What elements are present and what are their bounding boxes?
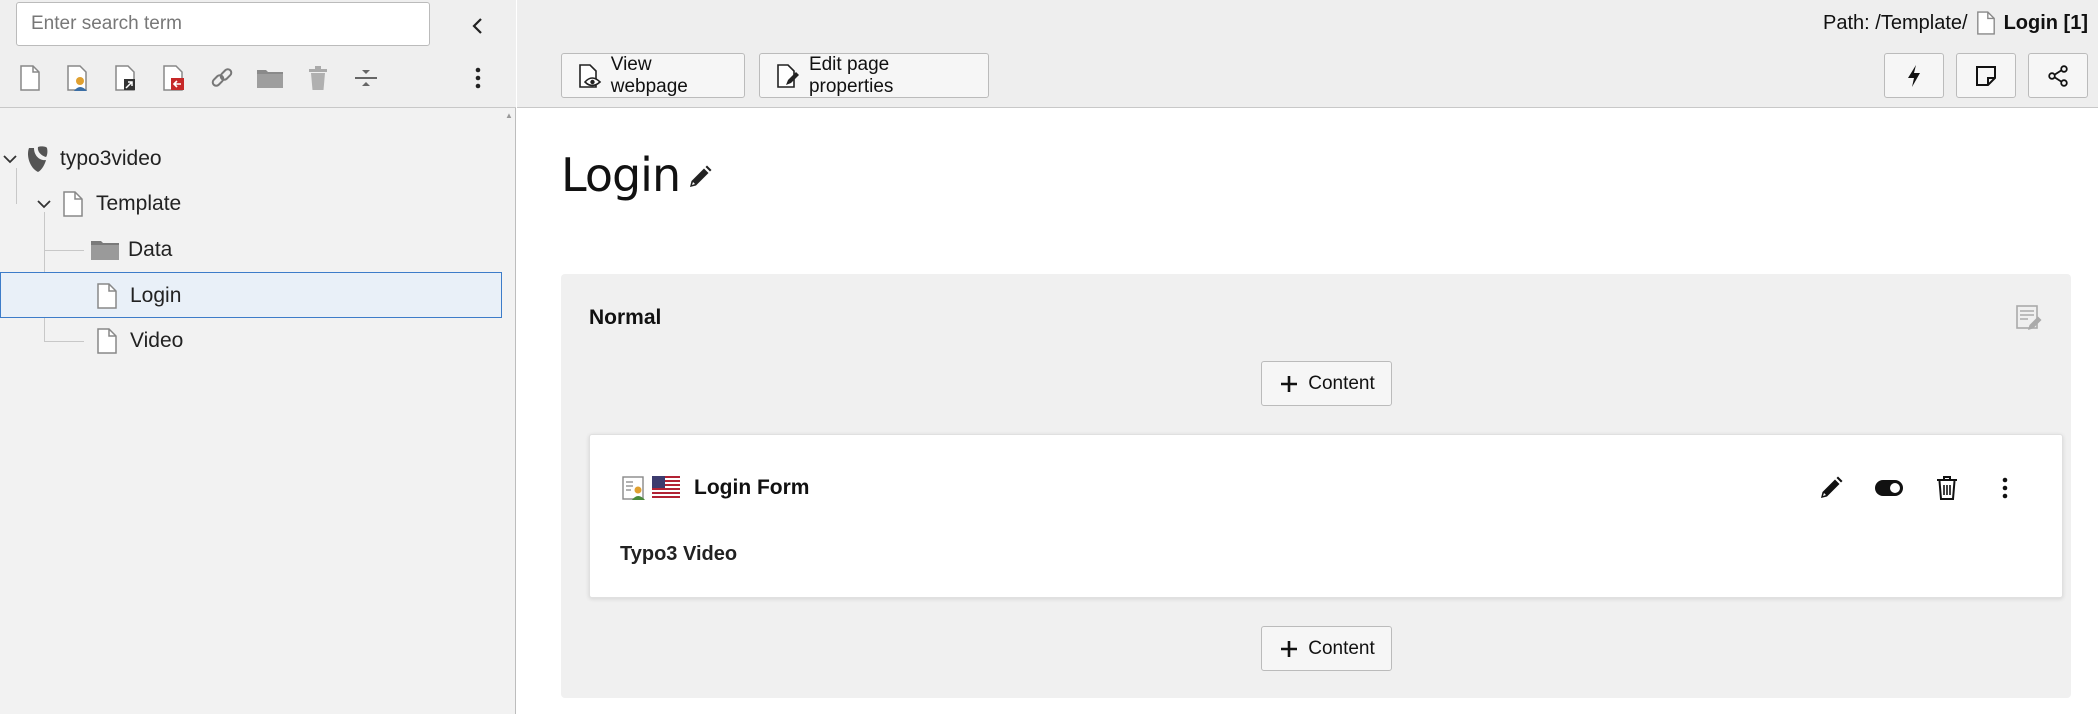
view-page-icon — [578, 63, 603, 89]
add-content-button-bottom[interactable]: Content — [1261, 626, 1392, 671]
ellipsis-vertical-icon — [2002, 477, 2008, 499]
search-input[interactable] — [16, 2, 430, 46]
content-element-login-form[interactable]: Login Form Typo3 Video — [589, 434, 2063, 598]
element-more-button[interactable] — [1988, 471, 2022, 505]
page-icon — [58, 189, 88, 219]
tree-line — [44, 341, 84, 342]
tree-node-label: Video — [130, 329, 184, 352]
path-current-page[interactable]: Login [1] — [2004, 12, 2088, 35]
recycler-icon[interactable] — [302, 62, 334, 94]
tree-node-template[interactable]: Template — [34, 182, 181, 226]
pencil-icon — [1821, 476, 1843, 498]
toggle-visibility-button[interactable] — [1872, 471, 1906, 505]
page-icon — [92, 281, 122, 311]
new-page-icon[interactable] — [14, 62, 46, 94]
add-content-button-top[interactable]: Content — [1261, 361, 1392, 406]
edit-title-button[interactable] — [685, 162, 715, 192]
content-element-actions — [1790, 471, 2022, 505]
page-notes-button[interactable] — [1956, 53, 2016, 98]
page-tree-toolbar — [14, 62, 398, 94]
content-column-normal: Normal Content Login Form Typo3 Video Co… — [561, 274, 2071, 698]
chevron-left-icon — [472, 18, 482, 34]
new-external-link-page-icon[interactable] — [158, 62, 190, 94]
trash-icon — [1937, 476, 1957, 500]
plus-icon — [1278, 373, 1300, 395]
pencil-icon — [690, 165, 712, 187]
view-webpage-label: View webpage — [610, 53, 688, 97]
chevron-down-icon[interactable] — [0, 149, 20, 169]
new-folder-icon[interactable] — [254, 62, 286, 94]
spacer-icon[interactable] — [350, 62, 382, 94]
page-title: Login — [561, 148, 681, 202]
tree-node-label: Data — [128, 238, 173, 261]
login-form-icon — [620, 473, 648, 503]
selected-node-highlight — [0, 272, 502, 318]
docheader: Path: /Template/ Login [1] View webpage … — [517, 0, 2098, 108]
tree-node-label: Template — [96, 192, 182, 215]
edit-column-icon — [2016, 305, 2042, 330]
collapse-sidebar-button[interactable] — [464, 12, 492, 40]
content-element-header: Login Form — [620, 471, 809, 505]
new-backend-user-page-icon[interactable] — [62, 62, 94, 94]
lightning-icon — [1908, 64, 1920, 87]
page-tree-panel: ▲ typo3video Template Data — [0, 0, 516, 714]
tree-node-label: Login — [130, 284, 182, 307]
share-button[interactable] — [2028, 53, 2088, 98]
toggle-on-icon — [1875, 480, 1903, 496]
edit-column-button[interactable] — [2013, 302, 2045, 334]
tree-line — [44, 250, 84, 251]
edit-element-button[interactable] — [1814, 471, 1848, 505]
clear-cache-button[interactable] — [1884, 53, 1944, 98]
tree-node-video[interactable]: Video — [92, 319, 183, 363]
view-webpage-button[interactable]: View webpage — [561, 53, 745, 98]
share-icon — [2048, 64, 2068, 87]
flag-us-icon — [652, 473, 680, 503]
plus-icon — [1278, 638, 1300, 660]
column-title: Normal — [589, 306, 662, 329]
new-shortcut-page-icon[interactable] — [110, 62, 142, 94]
page-tree-header — [0, 0, 516, 108]
chevron-down-icon[interactable] — [34, 194, 54, 214]
tree-node-login[interactable]: Login — [92, 274, 181, 318]
new-link-icon[interactable] — [206, 62, 238, 94]
content-panel: Path: /Template/ Login [1] View webpage … — [517, 0, 2098, 714]
folder-icon — [90, 235, 120, 265]
scroll-up-arrow[interactable]: ▲ — [502, 110, 516, 122]
edit-page-icon — [776, 63, 801, 89]
sticky-note-icon — [1976, 65, 1996, 86]
edit-page-properties-label: Edit page properties — [808, 53, 894, 97]
tree-node-root[interactable]: typo3video — [0, 137, 162, 181]
add-content-label: Content — [1308, 637, 1375, 659]
content-element-body: Typo3 Video — [620, 543, 738, 565]
page-icon — [1976, 10, 1996, 36]
add-content-label: Content — [1308, 372, 1375, 394]
tree-node-label: typo3video — [60, 147, 162, 170]
page-icon — [92, 326, 122, 356]
delete-element-button[interactable] — [1930, 471, 1964, 505]
edit-page-properties-button[interactable]: Edit page properties — [759, 53, 989, 98]
path-label: Path: /Template/ — [1823, 11, 1968, 34]
tree-node-data[interactable]: Data — [90, 228, 172, 272]
ellipsis-vertical-icon — [475, 67, 481, 89]
more-actions-button[interactable] — [466, 62, 490, 94]
breadcrumb: Path: /Template/ Login [1] — [1823, 8, 2088, 38]
typo3-logo-icon — [22, 144, 52, 174]
content-element-title: Login Form — [694, 476, 810, 499]
